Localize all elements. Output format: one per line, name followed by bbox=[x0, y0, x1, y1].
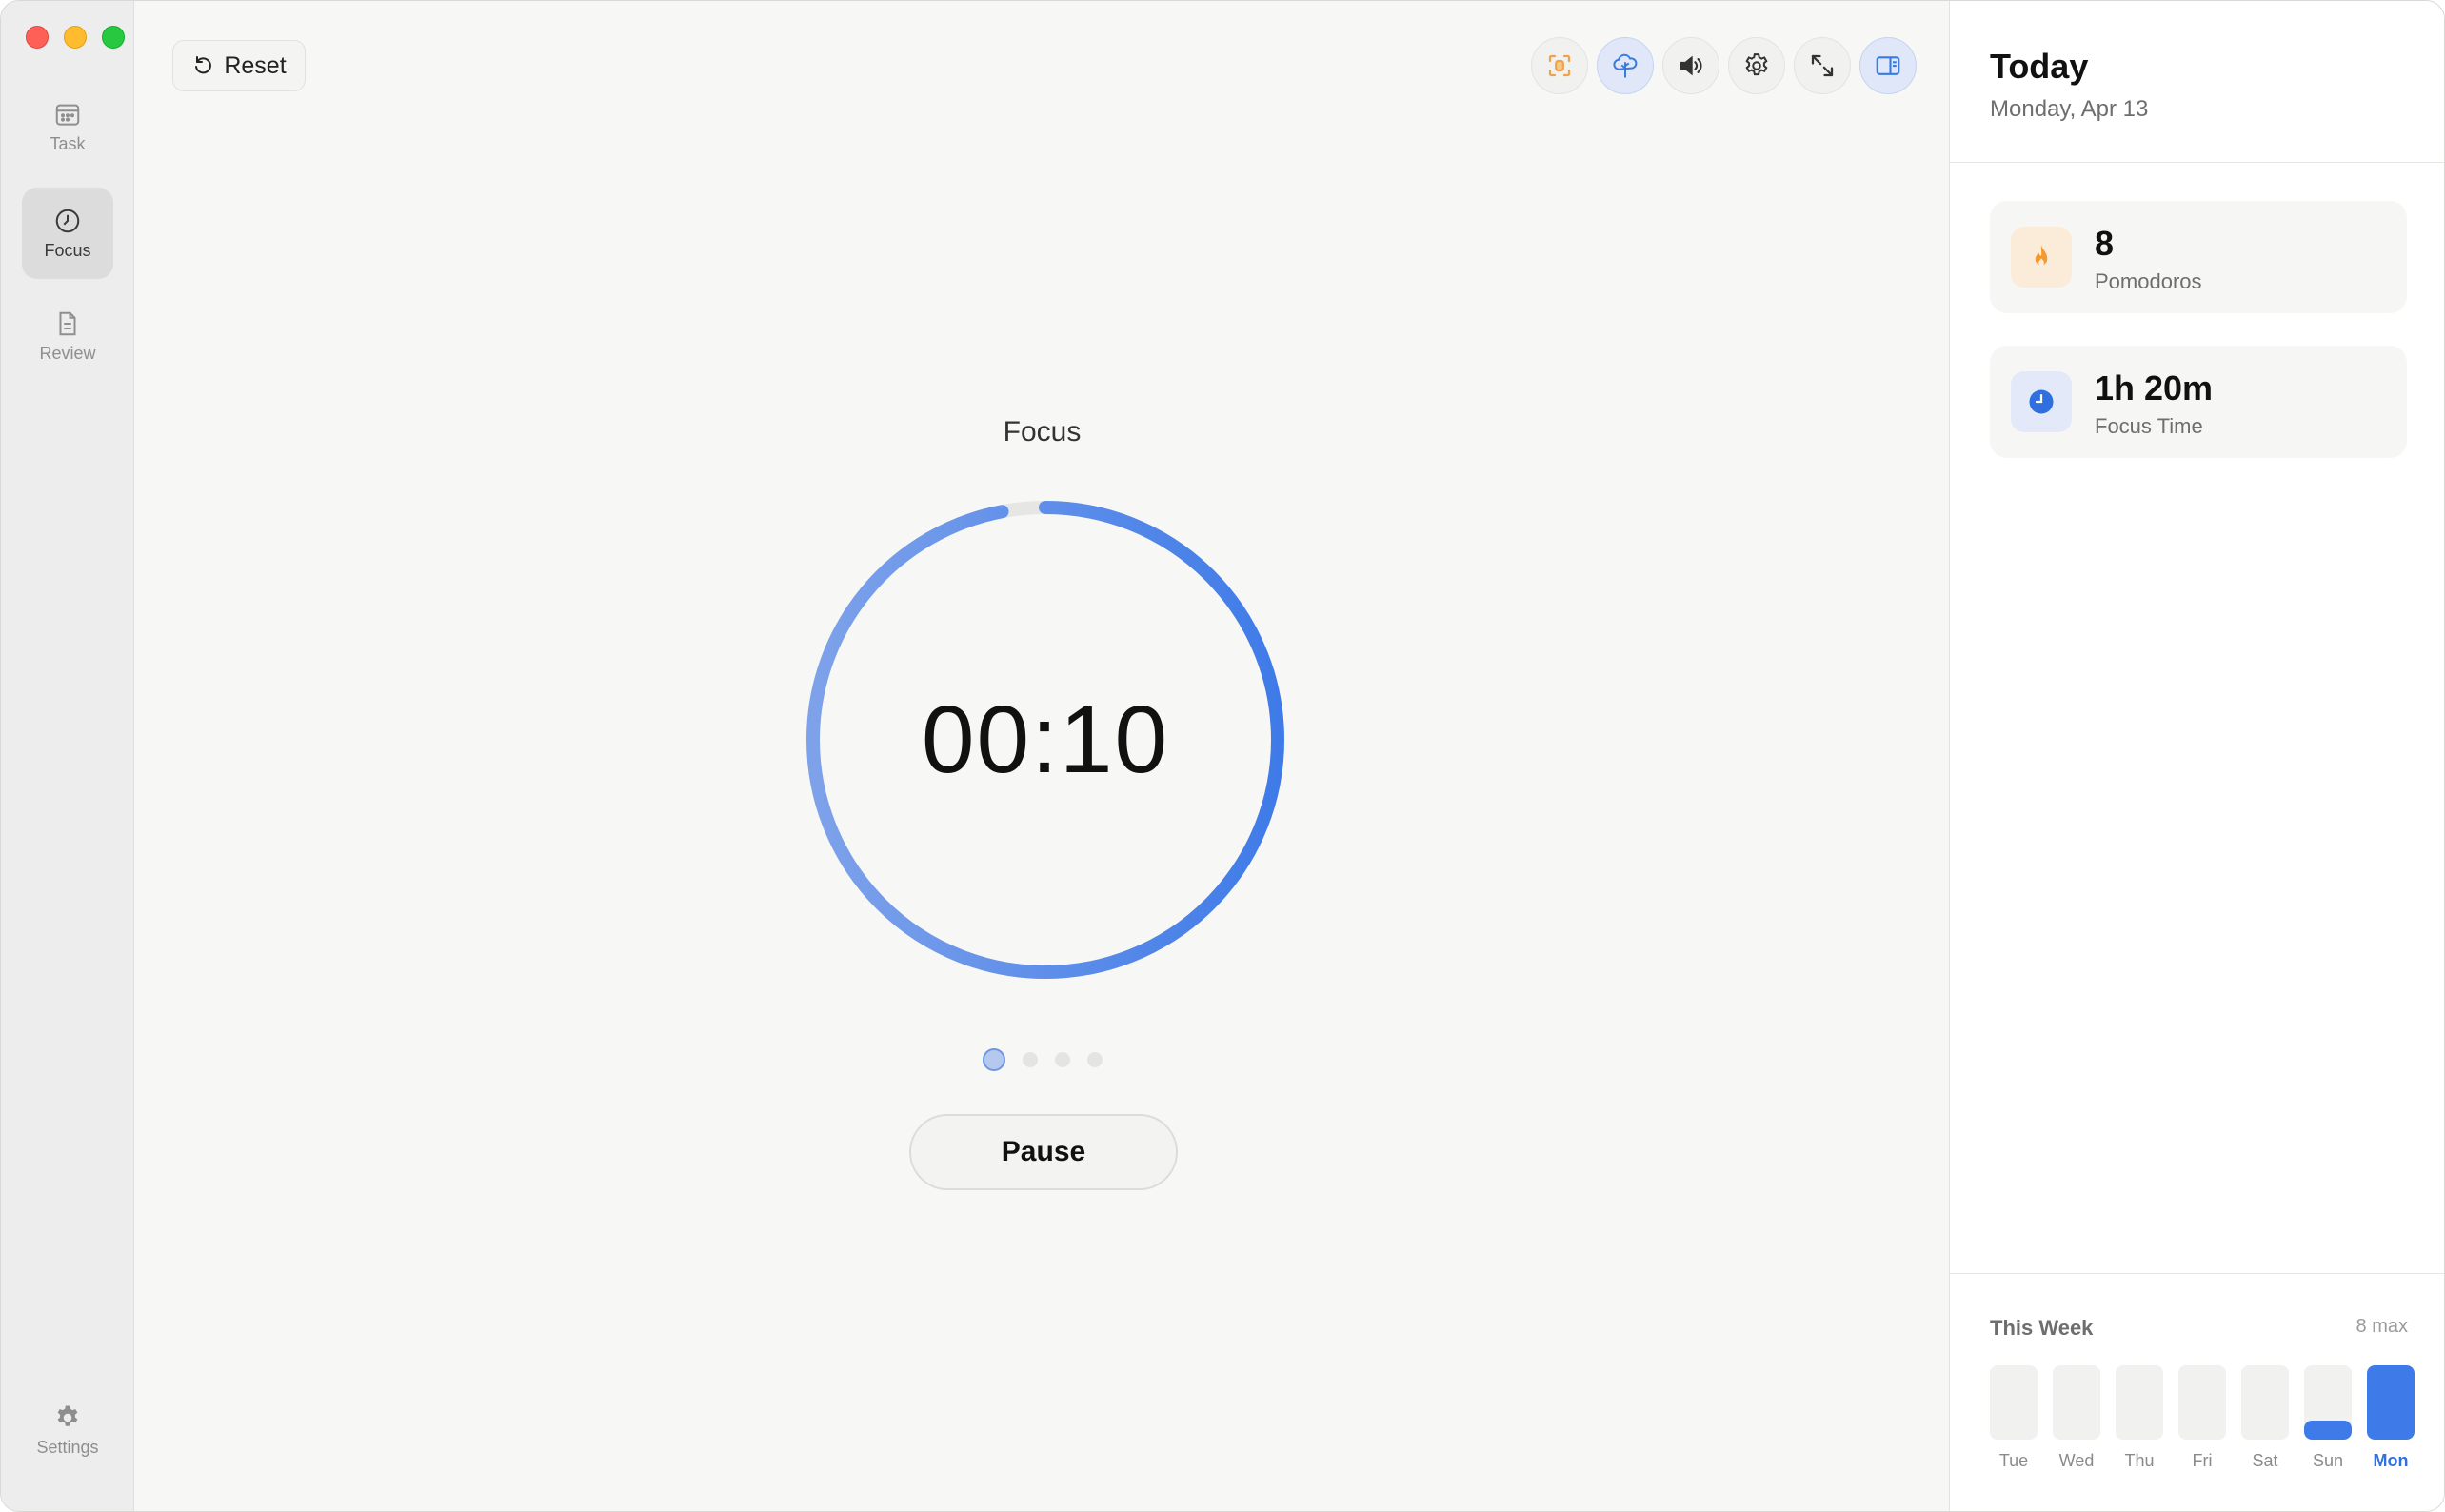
session-dot bbox=[982, 1048, 1005, 1071]
sidebar-item-label: Settings bbox=[36, 1437, 99, 1457]
maximize-window-button[interactable] bbox=[102, 26, 125, 49]
session-dot bbox=[1054, 1052, 1070, 1067]
sidebar-item-settings[interactable]: Settings bbox=[22, 1387, 113, 1473]
this-week-section: This Week 8 max Tue Wed Thu Fri Sat Sun Mon bbox=[1950, 1273, 2444, 1511]
today-header: Today Monday, Apr 13 bbox=[1950, 1, 2444, 163]
session-dot bbox=[1022, 1052, 1038, 1067]
sidebar-item-task[interactable]: Task bbox=[22, 81, 113, 172]
week-bar-track bbox=[2053, 1365, 2100, 1440]
week-day-label: Wed bbox=[2058, 1451, 2095, 1470]
week-bar-track bbox=[2116, 1365, 2163, 1440]
week-bar-track bbox=[2304, 1365, 2352, 1440]
week-max-label: 8 max bbox=[2356, 1316, 2408, 1337]
settings-button[interactable] bbox=[1728, 37, 1785, 94]
week-bar-track bbox=[2367, 1365, 2415, 1440]
app-window: Task Focus Review Settings Reset Focus 0… bbox=[0, 0, 2445, 1512]
top-toolbar bbox=[1531, 37, 1917, 94]
flame-icon bbox=[2035, 245, 2048, 267]
expand-icon bbox=[1811, 54, 1834, 77]
timer-progress-ring: 00:10 bbox=[802, 496, 1289, 984]
week-day-label: Thu bbox=[2124, 1451, 2155, 1470]
today-panel: Today Monday, Apr 13 8 Pomodoros 1h 20m bbox=[1949, 1, 2444, 1511]
speaker-icon bbox=[1680, 55, 1702, 76]
tree-button[interactable] bbox=[1597, 37, 1654, 94]
focus-time-value: 1h 20m bbox=[2095, 368, 2214, 408]
week-bar-track bbox=[2241, 1365, 2289, 1440]
week-bar-chart: Tue Wed Thu Fri Sat Sun Mon bbox=[1990, 1365, 2444, 1480]
session-indicator bbox=[135, 1048, 1949, 1071]
focus-time-label: Focus Time bbox=[2095, 414, 2203, 438]
scan-focus-icon bbox=[1548, 54, 1571, 77]
week-bar-fill bbox=[2367, 1365, 2415, 1440]
sidebar-item-label: Task bbox=[50, 133, 86, 153]
stat-icon-wrap bbox=[2011, 371, 2072, 432]
focus-mode-button[interactable] bbox=[1531, 37, 1588, 94]
reset-button-label: Reset bbox=[224, 51, 287, 79]
focus-time-card: 1h 20m Focus Time bbox=[1990, 346, 2407, 458]
stat-icon-wrap bbox=[2011, 227, 2072, 288]
session-dot bbox=[1086, 1052, 1103, 1067]
calendar-icon bbox=[55, 104, 80, 126]
gear-icon bbox=[57, 1405, 78, 1426]
sound-button[interactable] bbox=[1662, 37, 1719, 94]
focus-main-panel: Reset Focus 00:10 Pause bbox=[135, 1, 1949, 1511]
sidebar-item-focus[interactable]: Focus bbox=[22, 188, 113, 279]
close-window-button[interactable] bbox=[26, 26, 49, 49]
gear-icon bbox=[1745, 53, 1768, 76]
clock-icon bbox=[2029, 389, 2054, 414]
pomodoro-count: 8 bbox=[2095, 224, 2115, 263]
reset-icon bbox=[195, 56, 212, 74]
sidebar-item-review[interactable]: Review bbox=[22, 290, 113, 382]
pomodoro-count-card: 8 Pomodoros bbox=[1990, 201, 2407, 313]
week-day-label: Tue bbox=[1998, 1451, 2029, 1470]
today-date: Monday, Apr 13 bbox=[1990, 96, 2149, 122]
reset-button[interactable]: Reset bbox=[172, 40, 306, 91]
week-title: This Week bbox=[1990, 1316, 2094, 1340]
week-day-label: Mon bbox=[2373, 1451, 2409, 1470]
sidebar-item-label: Review bbox=[39, 343, 96, 363]
week-bar-track bbox=[2178, 1365, 2226, 1440]
minimize-window-button[interactable] bbox=[64, 26, 87, 49]
pause-button[interactable]: Pause bbox=[909, 1114, 1178, 1190]
timer-icon bbox=[55, 209, 80, 232]
week-bar-fill bbox=[2304, 1421, 2352, 1440]
sidebar-item-label: Focus bbox=[44, 240, 91, 260]
week-day-label: Fri bbox=[2192, 1451, 2213, 1470]
timer-mode-label: Focus bbox=[1003, 416, 1082, 448]
pomodoro-label: Pomodoros bbox=[2095, 269, 2202, 293]
document-icon bbox=[59, 311, 76, 335]
today-title: Today bbox=[1990, 47, 2089, 86]
sidebar-icon bbox=[1876, 56, 1900, 75]
sidebar: Task Focus Review Settings bbox=[1, 1, 134, 1511]
tree-icon bbox=[1613, 53, 1638, 78]
week-bar-track bbox=[1990, 1365, 2038, 1440]
week-day-label: Sun bbox=[2312, 1451, 2344, 1470]
week-day-label: Sat bbox=[2252, 1451, 2278, 1470]
fullscreen-button[interactable] bbox=[1794, 37, 1851, 94]
timer-countdown: 00:10 bbox=[921, 686, 1170, 793]
sidebar-toggle-button[interactable] bbox=[1859, 37, 1917, 94]
